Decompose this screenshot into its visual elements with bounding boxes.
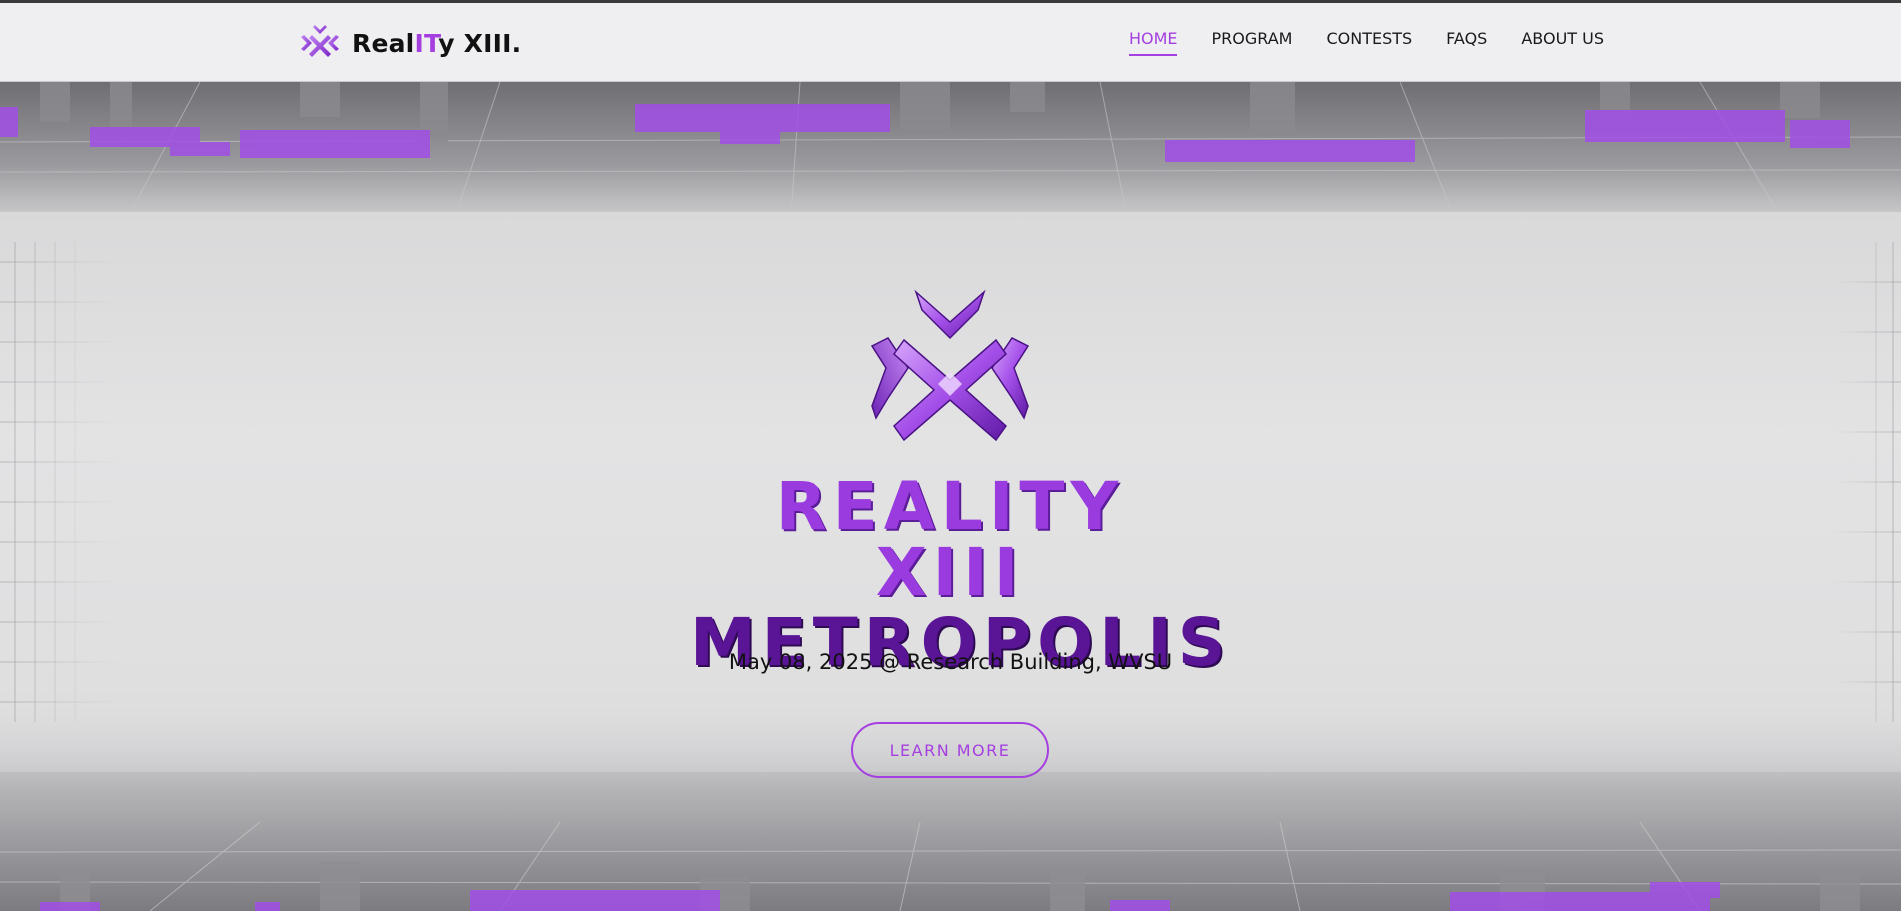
nav-program[interactable]: PROGRAM xyxy=(1211,29,1292,56)
navbar: RealITy XIII. HOME PROGRAM CONTESTS FAQS… xyxy=(0,3,1901,82)
nav-faqs[interactable]: FAQS xyxy=(1446,29,1487,56)
nav-home[interactable]: HOME xyxy=(1128,29,1178,56)
learn-more-button[interactable]: LEARN MORE xyxy=(851,722,1049,778)
reality-x-emblem-icon xyxy=(870,289,1030,442)
brand-highlight: IT xyxy=(414,28,439,58)
hero-title-line-1: REALITY XIII xyxy=(775,468,1125,611)
brand-prefix: Real xyxy=(352,28,415,58)
hero-section: REALITY XIII METROPOLIS xyxy=(0,82,1901,911)
hero-title: REALITY XIII METROPOLIS xyxy=(690,468,1225,676)
main-nav: HOME PROGRAM CONTESTS FAQS ABOUT US xyxy=(1128,29,1604,56)
brand-name: RealITy XIII. xyxy=(352,29,521,58)
brand[interactable]: RealITy XIII. xyxy=(298,23,521,63)
city-skyline-top-image xyxy=(0,82,1901,232)
event-date-location: May 08, 2025 @ Research Building, WVSU xyxy=(728,650,1173,674)
brand-suffix: y XIII. xyxy=(438,28,522,58)
nav-about-us[interactable]: ABOUT US xyxy=(1521,29,1604,56)
page: RealITy XIII. HOME PROGRAM CONTESTS FAQS… xyxy=(0,0,1901,911)
nav-contests[interactable]: CONTESTS xyxy=(1326,29,1412,56)
brand-logo-icon xyxy=(301,25,339,57)
